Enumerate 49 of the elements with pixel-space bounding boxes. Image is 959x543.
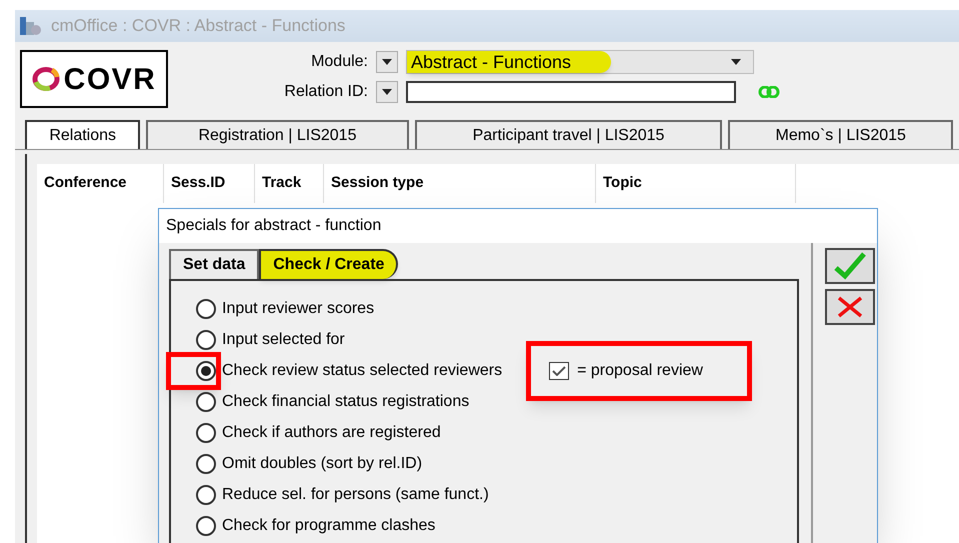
radio-button[interactable] <box>196 484 216 504</box>
tab[interactable]: Set data <box>169 249 260 279</box>
option-label: Check if authors are registered <box>222 422 441 442</box>
option-label: Check for programme clashes <box>222 516 436 536</box>
tab[interactable]: Check / Create <box>259 249 398 279</box>
radio-button[interactable] <box>196 454 216 474</box>
caret-icon <box>382 89 392 95</box>
module-value: Abstract - Functions <box>407 51 612 73</box>
field-label: Module: <box>310 52 368 72</box>
dropdown-button[interactable] <box>376 51 398 73</box>
close-icon <box>837 296 863 318</box>
option-label: Reduce sel. for persons (same funct.) <box>222 484 489 504</box>
column-header: Sess.ID <box>164 164 255 202</box>
radio-button[interactable] <box>196 330 216 350</box>
relation-id-field[interactable] <box>406 81 736 103</box>
caret-icon <box>382 59 392 65</box>
column-header: Session type <box>324 164 596 202</box>
ok-button[interactable] <box>825 248 875 284</box>
radio-button[interactable] <box>196 422 216 442</box>
field-label: Relation ID: <box>283 82 368 102</box>
column-header: Topic <box>596 164 796 202</box>
checkbox-label: = proposal review <box>577 360 703 380</box>
caret-icon <box>731 59 741 65</box>
option-label: Input reviewer scores <box>222 298 374 318</box>
cancel-button[interactable] <box>825 289 875 325</box>
window-title: cmOffice : COVR : Abstract - Functions <box>51 15 346 38</box>
radio-button[interactable] <box>196 360 216 380</box>
option-label: Check review status selected reviewers <box>222 360 502 380</box>
logo-text: COVR <box>64 62 156 98</box>
app-icon <box>19 16 43 36</box>
tab[interactable]: Participant travel | LIS2015 <box>414 120 722 149</box>
dropdown-button[interactable] <box>376 81 398 103</box>
column-header: Track <box>255 164 324 202</box>
module-select[interactable]: Abstract - Functions <box>406 50 754 74</box>
radio-button[interactable] <box>196 392 216 412</box>
checkbox[interactable] <box>549 362 570 380</box>
option-label: Input selected for <box>222 330 345 350</box>
option-label: Omit doubles (sort by rel.ID) <box>222 454 422 474</box>
column-header: Conference <box>37 164 164 202</box>
dialog-title: Specials for abstract - function <box>166 216 382 236</box>
tab[interactable]: Registration | LIS2015 <box>146 120 409 149</box>
tab[interactable]: Memo`s | LIS2015 <box>728 120 953 149</box>
tab[interactable]: Relations <box>25 120 140 149</box>
ring-icon <box>32 66 60 92</box>
radio-button[interactable] <box>196 298 216 318</box>
radio-button[interactable] <box>196 516 216 536</box>
check-icon <box>834 252 866 280</box>
option-label: Check financial status registrations <box>222 392 470 412</box>
link-icon <box>758 86 780 98</box>
